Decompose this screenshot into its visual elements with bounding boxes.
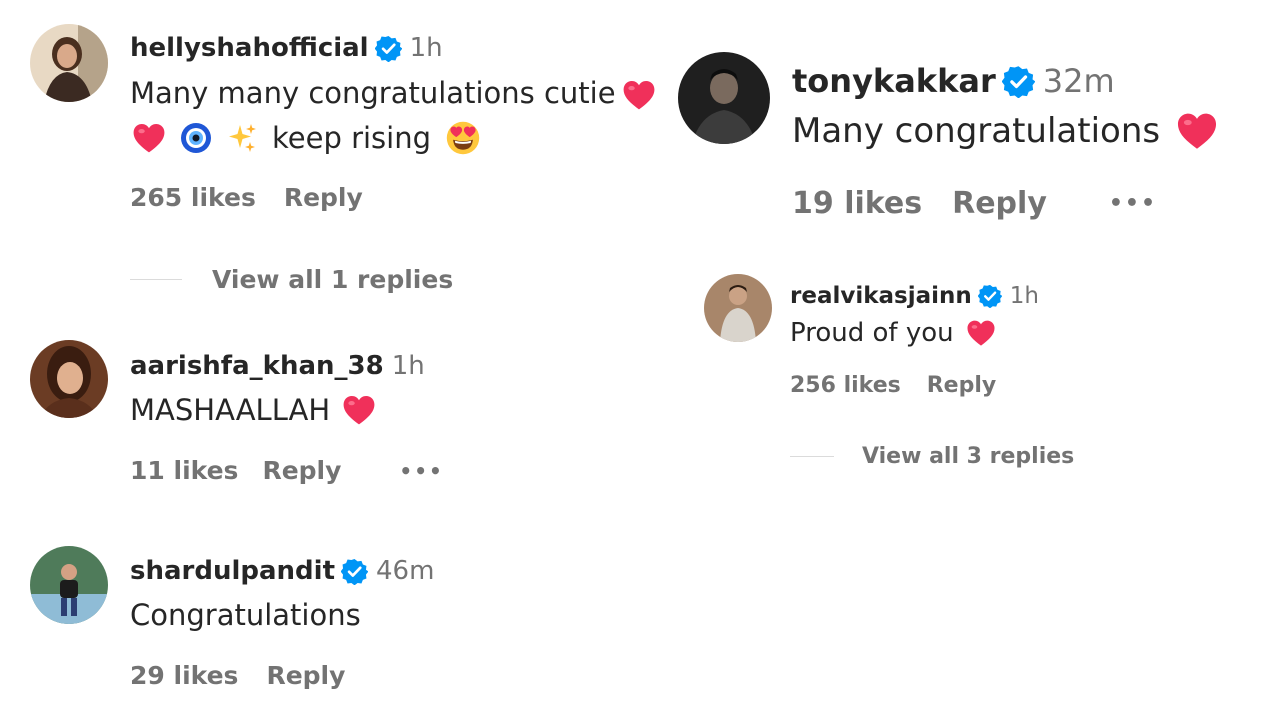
comment-text: MASHAALLAH (130, 393, 331, 427)
red-heart-icon (132, 122, 166, 154)
likes-count[interactable]: 29 likes (130, 661, 238, 690)
comment-text-line2: keep rising (132, 120, 481, 156)
likes-count[interactable]: 256 likes (790, 373, 901, 398)
username[interactable]: hellyshahofficial (130, 33, 369, 63)
view-replies-button[interactable]: View all 1 replies (130, 265, 453, 294)
nazar-amulet-icon (180, 122, 212, 154)
reply-button[interactable]: Reply (284, 183, 363, 212)
red-heart-icon (966, 319, 996, 347)
more-options-icon[interactable]: ••• (1109, 191, 1157, 216)
sparkles-icon (226, 122, 258, 154)
view-replies-label: View all 1 replies (212, 265, 454, 294)
verified-badge-icon (341, 558, 368, 585)
more-options-icon[interactable]: ••• (399, 459, 443, 483)
comment-text-line1: Many many congratulations cutie (130, 76, 656, 111)
likes-count[interactable]: 265 likes (130, 183, 256, 212)
avatar[interactable] (678, 52, 770, 144)
comment-text: Many many congratulations cutie (130, 76, 616, 110)
comment-text-line1: Proud of you (790, 318, 996, 348)
red-heart-icon (1176, 111, 1218, 151)
likes-count[interactable]: 19 likes (792, 186, 922, 221)
comment-text-line1: Many congratulations (792, 111, 1218, 151)
comment-text-line1: Congratulations (130, 598, 361, 632)
comment-text: keep rising (272, 121, 432, 155)
username[interactable]: aarishfa_khan_38 (130, 351, 384, 381)
comment-text-line1: MASHAALLAH (130, 393, 376, 427)
username[interactable]: shardulpandit (130, 556, 335, 586)
reply-button[interactable]: Reply (927, 373, 997, 398)
username[interactable]: realvikasjainn (790, 283, 972, 309)
divider (790, 456, 834, 457)
timestamp[interactable]: 1h (392, 351, 425, 381)
avatar[interactable] (30, 546, 108, 624)
red-heart-icon (622, 79, 656, 111)
comment-text: Proud of you (790, 318, 954, 348)
timestamp[interactable]: 46m (376, 556, 434, 586)
timestamp[interactable]: 1h (1010, 283, 1039, 309)
avatar[interactable] (30, 340, 108, 418)
view-replies-button[interactable]: View all 3 replies (790, 444, 1074, 469)
reply-button[interactable]: Reply (262, 456, 341, 485)
verified-badge-icon (978, 284, 1002, 308)
reply-button[interactable]: Reply (952, 186, 1047, 221)
verified-badge-icon (375, 35, 402, 62)
comment-text: Many congratulations (792, 111, 1161, 151)
heart-eyes-face-icon (445, 120, 481, 156)
divider (130, 279, 182, 280)
red-heart-icon (342, 394, 376, 426)
timestamp[interactable]: 1h (410, 33, 443, 63)
timestamp[interactable]: 32m (1043, 62, 1115, 100)
username[interactable]: tonykakkar (792, 62, 996, 100)
verified-badge-icon (1002, 65, 1035, 98)
comment-text: Congratulations (130, 598, 361, 632)
avatar[interactable] (704, 274, 772, 342)
reply-button[interactable]: Reply (266, 661, 345, 690)
likes-count[interactable]: 11 likes (130, 456, 238, 485)
avatar[interactable] (30, 24, 108, 102)
view-replies-label: View all 3 replies (862, 444, 1075, 469)
